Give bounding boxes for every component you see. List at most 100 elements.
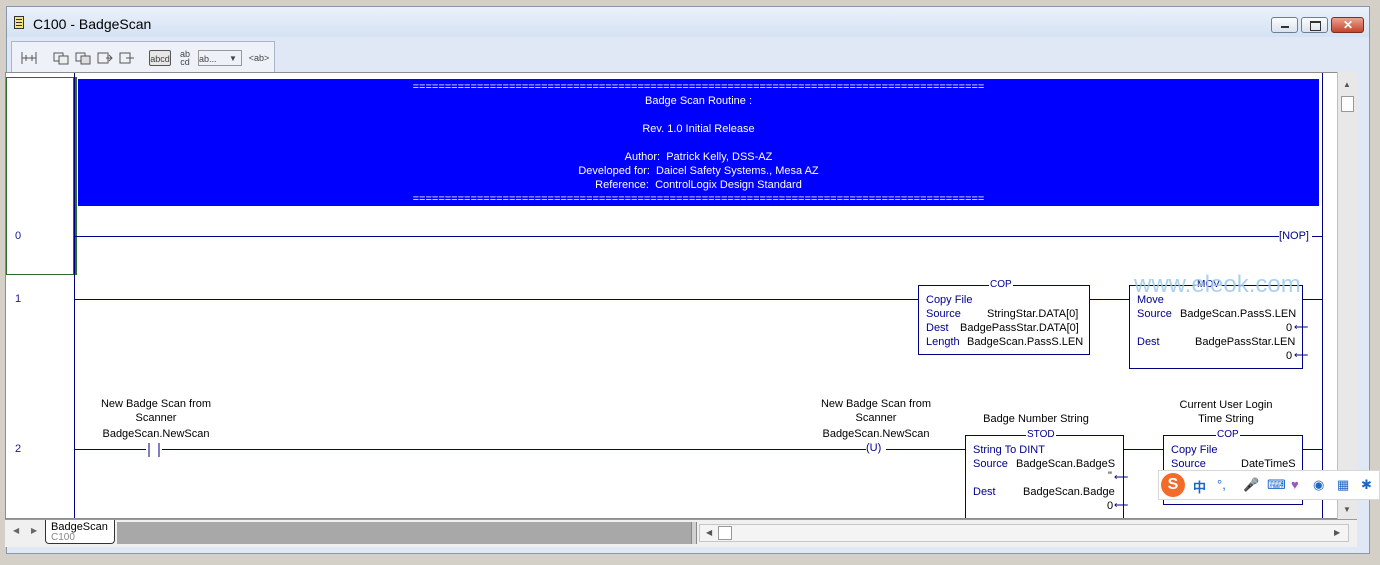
- watermark-text: www.eleok.com: [1134, 271, 1301, 298]
- scroll-down-icon[interactable]: ▼: [1343, 505, 1351, 514]
- stod-description: Badge Number String: [983, 413, 1089, 425]
- rung-1-wire-end: [1303, 299, 1323, 300]
- rung-1-wire-a: [74, 299, 918, 300]
- cop-length-value[interactable]: BadgeScan.PassS.LEN: [967, 336, 1083, 348]
- mov-source-value[interactable]: BadgeScan.PassS.LEN: [1180, 308, 1296, 320]
- window-title: C100 - BadgeScan: [33, 16, 152, 32]
- append-icon[interactable]: [118, 50, 136, 66]
- rung-comment[interactable]: ========================================…: [78, 79, 1319, 206]
- maximize-button[interactable]: [1301, 17, 1328, 33]
- keyboard-icon[interactable]: ⌨: [1267, 477, 1286, 493]
- punctuation-icon[interactable]: °,: [1217, 477, 1226, 492]
- vertical-scroll-thumb[interactable]: [1341, 96, 1354, 112]
- vertical-scrollbar[interactable]: ▲ ▼: [1337, 72, 1357, 519]
- coil-description-1: New Badge Scan from: [820, 398, 932, 410]
- coil-description-2: Scanner: [855, 412, 897, 424]
- comment-line-1: Badge Scan Routine :: [644, 95, 753, 107]
- minimize-icon: [1281, 26, 1289, 28]
- rung-number-1: 1: [15, 293, 22, 305]
- cop-dest-value[interactable]: BadgePassStar.DATA[0]: [960, 322, 1079, 334]
- abcd-toggle[interactable]: abcd: [149, 50, 171, 66]
- minimize-button[interactable]: [1271, 17, 1298, 33]
- chevron-down-icon: ▼: [229, 54, 237, 63]
- title-bar[interactable]: C100 - BadgeScan ✕: [7, 7, 1369, 37]
- cop2-source-value[interactable]: DateTimeS: [1241, 458, 1296, 470]
- stod-instruction[interactable]: STOD String To DINT Source BadgeScan.Bad…: [965, 429, 1128, 518]
- rung-selection-box: [6, 77, 74, 275]
- grid-icon[interactable]: ▦: [1337, 477, 1349, 493]
- mov-dest-label: Dest: [1137, 336, 1160, 348]
- value-arrow-icon: ⟵: [1294, 350, 1309, 361]
- cop-source-value[interactable]: StringStar.DATA[0]: [987, 308, 1078, 320]
- comment-line-3: Author: Patrick Kelly, DSS-AZ: [624, 151, 773, 163]
- branch-icon[interactable]: [52, 50, 70, 66]
- ladder-toolbar: abcd ab cd ab... ▼ <ab>: [11, 41, 275, 73]
- rung-icon[interactable]: [20, 50, 38, 66]
- ime-toolbar[interactable]: S 中 °, 🎤 ⌨ ♥ ◉ ▦ ✱: [1158, 470, 1380, 500]
- cop2-description-2: Time String: [1198, 413, 1254, 425]
- coil-symbol: U: [869, 442, 878, 454]
- rung-2-wire-a: [74, 449, 146, 450]
- tab-badgescan[interactable]: BadgeScan C100: [45, 520, 115, 544]
- close-button[interactable]: ✕: [1331, 17, 1364, 33]
- contact-description-1: New Badge Scan from: [100, 398, 212, 410]
- ab-tag-label: <ab>: [248, 53, 270, 63]
- splitter-handle[interactable]: [691, 522, 697, 544]
- nop-instruction[interactable]: [NOP]: [1279, 230, 1309, 242]
- rung-0-wire-end: [1312, 236, 1323, 237]
- cop-instruction[interactable]: COP Copy File Source StringStar.DATA[0] …: [918, 279, 1090, 355]
- abcd-label: abcd: [150, 54, 170, 64]
- rung-0-wire: [74, 236, 1279, 237]
- ab-tag-toggle[interactable]: <ab>: [248, 50, 270, 66]
- ime-language-toggle[interactable]: 中: [1193, 477, 1206, 496]
- comment-separator-bottom: ========================================…: [412, 193, 985, 205]
- cop-length-label: Length: [926, 336, 960, 348]
- rung-2-wire-end: [1303, 449, 1323, 450]
- contact-tag[interactable]: BadgeScan.NewScan: [86, 428, 226, 440]
- comment-line-4: Developed for: Daicel Safety Systems., M…: [578, 165, 819, 177]
- coil-tag[interactable]: BadgeScan.NewScan: [806, 428, 946, 440]
- otu-coil[interactable]: (U): [866, 442, 881, 454]
- comment-line-2: Rev. 1.0 Initial Release: [642, 123, 755, 135]
- xic-contact-icon[interactable]: [146, 443, 162, 457]
- mov-dest-value[interactable]: BadgePassStar.LEN: [1195, 336, 1295, 348]
- cop2-title: Copy File: [1171, 444, 1218, 456]
- cop2-name: COP: [1216, 429, 1240, 440]
- sogou-logo-icon[interactable]: S: [1161, 473, 1185, 497]
- rung-2-wire-d: [1124, 449, 1163, 450]
- tab-area-fill: [117, 522, 691, 544]
- settings-icon[interactable]: ✱: [1361, 477, 1372, 493]
- ab-dropdown[interactable]: ab... ▼: [198, 50, 242, 66]
- tab-scroll-right-icon[interactable]: ▶: [31, 526, 37, 535]
- microphone-icon[interactable]: 🎤: [1243, 477, 1259, 493]
- ab-cd-toggle[interactable]: ab cd: [176, 49, 194, 67]
- stod-dest-value[interactable]: BadgeScan.Badge: [1023, 486, 1115, 498]
- stod-source-value[interactable]: BadgeScan.BadgeS: [1016, 458, 1115, 470]
- comment-line-5: Reference: ControlLogix Design Standard: [595, 179, 802, 191]
- stod-source-label: Source: [973, 458, 1008, 470]
- comment-separator-top: ========================================…: [412, 81, 985, 93]
- scroll-left-icon[interactable]: ◀: [706, 528, 712, 537]
- maximize-icon: [1310, 21, 1321, 31]
- ladder-editor[interactable]: ========================================…: [5, 72, 1357, 519]
- routine-tab-bar: ◀ ▶ BadgeScan C100 ◀ ▶: [5, 519, 1357, 547]
- insert-icon[interactable]: [96, 50, 114, 66]
- branch-level-icon[interactable]: [74, 50, 92, 66]
- rung-number-2: 2: [15, 443, 22, 455]
- robot-icon[interactable]: ◉: [1313, 477, 1324, 493]
- rung-2-wire-c: [886, 449, 965, 450]
- scroll-up-icon[interactable]: ▲: [1343, 80, 1351, 89]
- ab-cd-label: ab cd: [179, 49, 190, 67]
- contact-description-2: Scanner: [135, 412, 177, 424]
- value-arrow-icon: ⟵: [1114, 500, 1129, 511]
- rung-number-0: 0: [15, 230, 22, 242]
- scroll-right-icon[interactable]: ▶: [1334, 528, 1340, 537]
- close-icon: ✕: [1343, 18, 1354, 32]
- tab-scroll-left-icon[interactable]: ◀: [13, 526, 19, 535]
- stod-source-string: ": [1108, 470, 1112, 482]
- skin-icon[interactable]: ♥: [1291, 477, 1299, 492]
- cop2-description-1: Current User Login: [1179, 399, 1273, 411]
- horizontal-scroll-thumb[interactable]: [718, 526, 732, 540]
- horizontal-scrollbar[interactable]: ◀ ▶: [699, 524, 1349, 542]
- tab-program-label: C100: [51, 532, 75, 543]
